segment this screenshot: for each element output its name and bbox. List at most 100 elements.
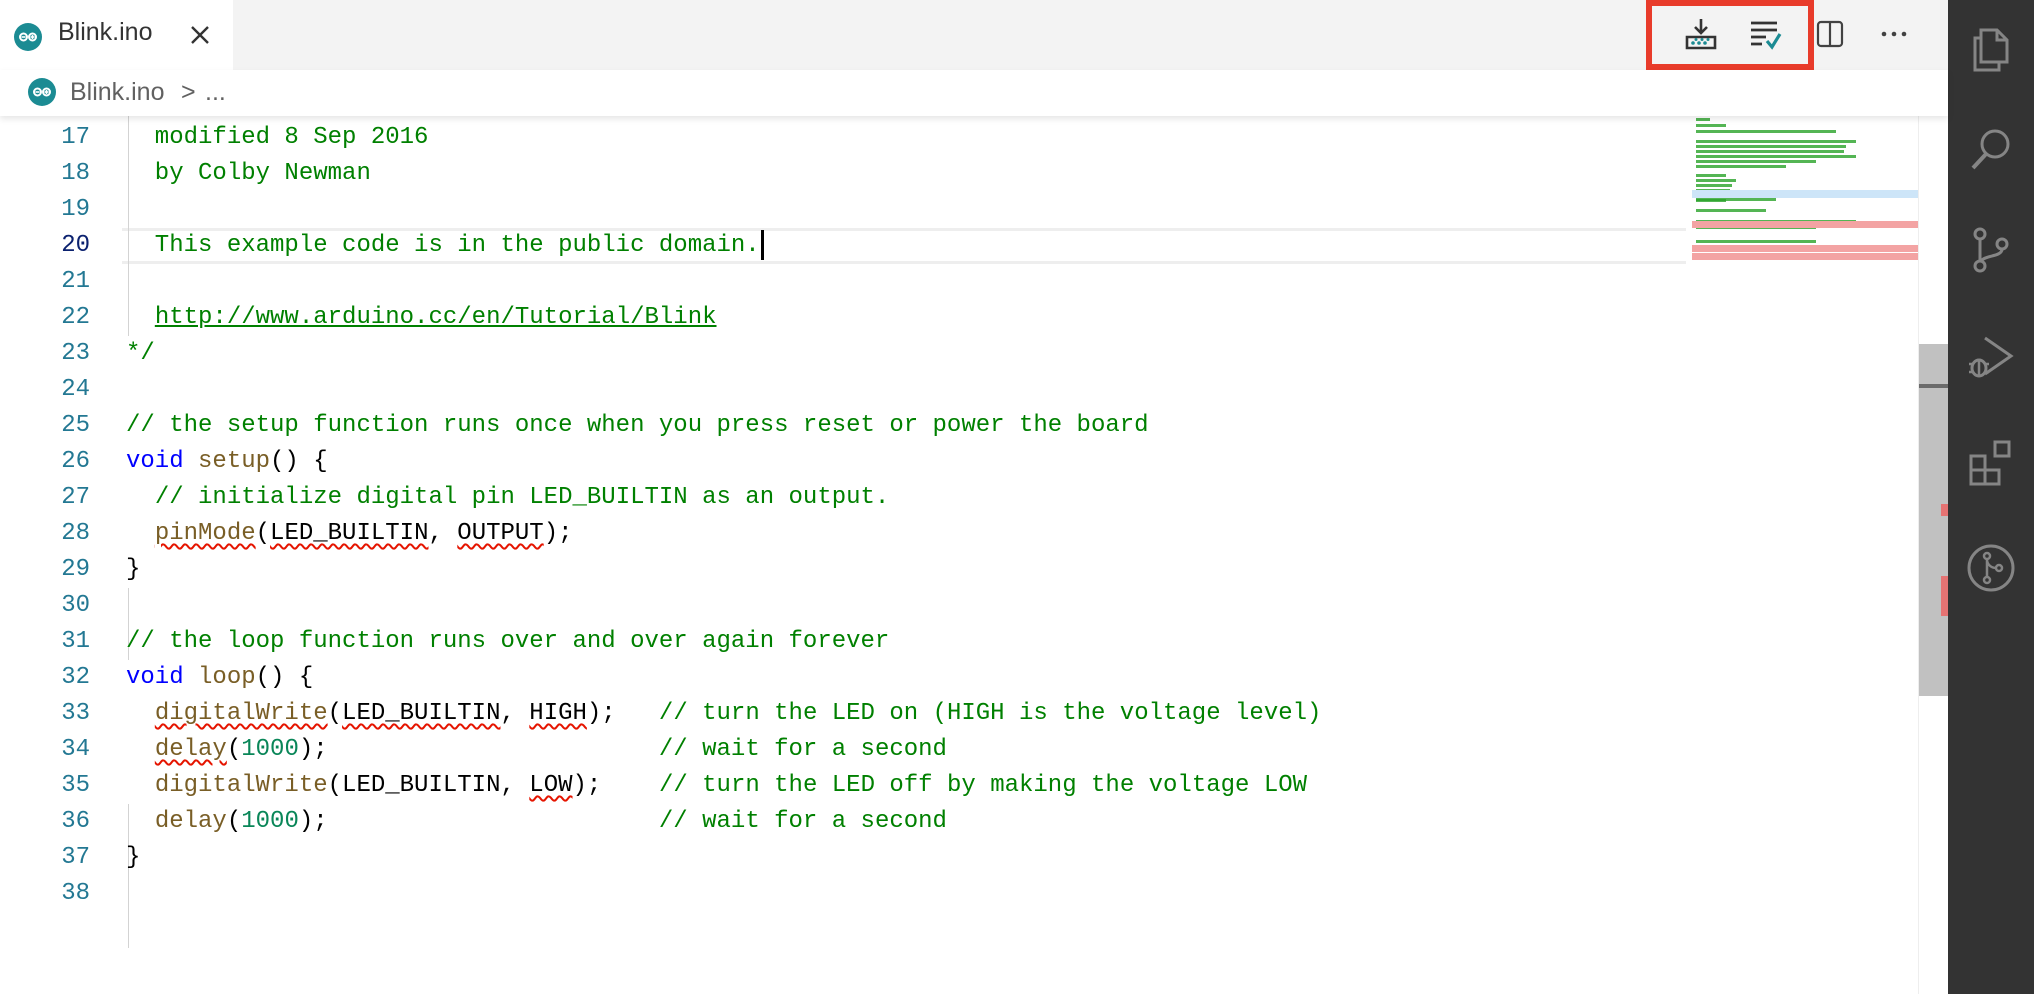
line-number: 26: [61, 448, 90, 475]
code-line: // the setup function runs once when you…: [126, 412, 1149, 439]
code-punct: () {: [270, 448, 328, 475]
code-number: 1000: [241, 808, 299, 835]
minimap-line: [1696, 198, 1776, 201]
close-icon[interactable]: [189, 24, 211, 51]
code-identifier: LED_BUILTIN: [342, 700, 501, 727]
code-comment: // wait for a second: [658, 808, 947, 835]
code-line-current: This example code is in the public domai…: [126, 228, 764, 264]
source-control-button[interactable]: [1965, 224, 2017, 276]
minimap[interactable]: [1692, 116, 1918, 994]
line-number: 37: [61, 844, 90, 871]
code-keyword: void: [126, 664, 184, 691]
line-number: 38: [61, 880, 90, 907]
text-cursor: [760, 229, 764, 260]
code-function: setup: [198, 448, 271, 475]
code-number: 1000: [241, 736, 299, 763]
code-line: }: [126, 844, 141, 871]
code-punct: () {: [255, 664, 314, 691]
split-editor-icon: [1815, 19, 1845, 54]
minimap-error-marker: [1692, 221, 1918, 228]
minimap-line: [1696, 160, 1816, 163]
code-comment: This example code is in the public domai…: [126, 232, 760, 259]
more-actions-button[interactable]: [1872, 14, 1916, 58]
line-number: 27: [61, 484, 90, 511]
code-line: pinMode(LED_BUILTIN, OUTPUT);: [154, 520, 573, 547]
breadcrumb: Blink.ino > ...: [0, 70, 1948, 116]
line-number: 34: [61, 736, 90, 763]
line-number: 36: [61, 808, 90, 835]
minimap-line: [1696, 124, 1726, 127]
line-number: 18: [61, 160, 90, 187]
line-number: 28: [61, 520, 90, 547]
arduino-file-icon: [27, 77, 57, 112]
code-line: void loop() {: [126, 660, 313, 696]
minimap-error-marker: [1692, 253, 1918, 260]
code-comment: // initialize digital pin LED_BUILTIN as…: [154, 484, 890, 511]
code-line: digitalWrite(LED_BUILTIN, LOW); // turn …: [154, 772, 1308, 799]
tab-label: Blink.ino: [58, 18, 153, 46]
minimap-line: [1696, 184, 1732, 187]
run-debug-button[interactable]: [1965, 332, 2017, 384]
arduino-board-button[interactable]: [1965, 542, 2017, 594]
line-number: 30: [61, 592, 90, 619]
line-number: 29: [61, 556, 90, 583]
code-line: }: [126, 556, 141, 583]
vertical-scrollbar[interactable]: [1918, 116, 1949, 994]
code-line: http://www.arduino.cc/en/Tutorial/Blink: [126, 300, 717, 336]
tab-bar: Blink.ino: [0, 0, 1948, 70]
line-number: 35: [61, 772, 90, 799]
code-line: by Colby Newman: [126, 160, 371, 187]
code-function: pinMode: [154, 520, 256, 547]
code-editor[interactable]: 17 18 19 20 21 22 23 24 25 26 27 28 29 3…: [0, 116, 1918, 994]
split-editor-button[interactable]: [1808, 14, 1852, 58]
scrollbar-cursor-marker: [1919, 384, 1949, 388]
line-number: 33: [61, 700, 90, 727]
code-identifier: LED_BUILTIN: [342, 772, 501, 799]
minimap-line: [1696, 155, 1856, 158]
code-line: void setup() {: [126, 444, 328, 480]
code-line: // the loop function runs over and over …: [126, 628, 890, 655]
arduino-board-icon: [1965, 544, 2017, 598]
search-button[interactable]: [1965, 124, 2017, 176]
line-number: 19: [61, 196, 90, 223]
scrollbar-thumb[interactable]: [1919, 344, 1949, 696]
code-line: delay(1000); // wait for a second: [154, 808, 947, 835]
line-number: 25: [61, 412, 90, 439]
breadcrumb-symbols[interactable]: ...: [205, 78, 226, 107]
indent-guide: [128, 588, 129, 624]
minimap-line: [1696, 240, 1816, 243]
minimap-line: [1696, 165, 1786, 168]
code-identifier: HIGH: [529, 700, 587, 727]
source-control-icon: [1965, 227, 2017, 280]
toolbar-highlight: [1646, 0, 1814, 70]
minimap-line: [1696, 130, 1836, 133]
code-function: digitalWrite: [154, 700, 328, 727]
activity-bar: [1948, 0, 2034, 994]
line-number: 22: [61, 304, 90, 331]
code-comment: // wait for a second: [658, 736, 947, 763]
extensions-button[interactable]: [1965, 436, 2017, 488]
code-link[interactable]: http://www.arduino.cc/en/Tutorial/Blink: [155, 304, 717, 331]
line-number: 17: [61, 124, 90, 151]
breadcrumb-file[interactable]: Blink.ino: [70, 78, 165, 107]
explorer-button[interactable]: [1965, 22, 2017, 74]
minimap-line: [1696, 140, 1856, 143]
code-line: // initialize digital pin LED_BUILTIN as…: [126, 480, 890, 516]
code-function: delay: [154, 736, 227, 763]
line-number: 31: [61, 628, 90, 655]
breadcrumb-separator: >: [181, 78, 196, 106]
code-identifier: OUTPUT: [457, 520, 544, 547]
more-icon: [1879, 19, 1909, 54]
code-function: loop: [198, 664, 256, 691]
line-number: 32: [61, 664, 90, 691]
code-line: */: [126, 340, 155, 367]
vscode-window: Blink.ino Blink.ino > ... 17 18 19 20 21…: [0, 0, 2034, 994]
minimap-line: [1696, 145, 1846, 148]
line-number: 24: [61, 376, 90, 403]
tab-blink-ino[interactable]: Blink.ino: [0, 0, 233, 70]
code-keyword: void: [126, 448, 184, 475]
line-number: 21: [61, 268, 90, 295]
minimap-line: [1696, 179, 1736, 182]
code-function: delay: [154, 808, 227, 835]
minimap-line: [1696, 209, 1766, 212]
